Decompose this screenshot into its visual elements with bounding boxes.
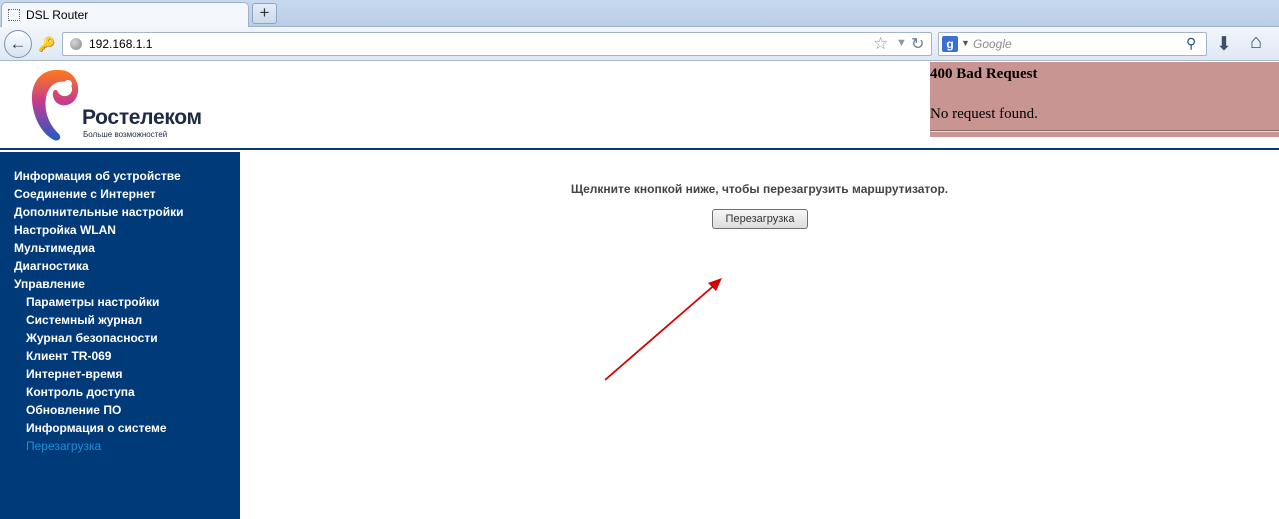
menu-item-device-info[interactable]: Информация об устройстве	[14, 167, 184, 185]
menu-item-multimedia[interactable]: Мультимедиа	[14, 239, 184, 257]
menu-item-advanced-settings[interactable]: Дополнительные настройки	[14, 203, 184, 221]
menu-item-config-parameters[interactable]: Параметры настройки	[14, 293, 184, 311]
search-icon[interactable]: ⚲	[1186, 35, 1196, 52]
sidebar-menu: Информация об устройстве Соединение с Ин…	[0, 152, 240, 519]
browser-tab[interactable]: DSL Router	[1, 2, 249, 27]
home-icon[interactable]: ⌂	[1250, 31, 1262, 54]
rostelecom-logo-icon	[31, 70, 79, 141]
menu-item-access-control[interactable]: Контроль доступа	[14, 383, 184, 401]
bookmark-star-icon[interactable]: ☆	[873, 34, 888, 54]
new-tab-button[interactable]: +	[252, 3, 277, 24]
tab-title: DSL Router	[26, 8, 89, 22]
address-bar[interactable]: 192.168.1.1 ☆ ▼ ↻	[62, 32, 932, 56]
error-divider	[930, 130, 1279, 132]
menu-item-internet-time[interactable]: Интернет-время	[14, 365, 184, 383]
reload-icon[interactable]: ↻	[911, 34, 924, 54]
menu-item-tr069-client[interactable]: Клиент TR-069	[14, 347, 184, 365]
menu-item-internet-connection[interactable]: Соединение с Интернет	[14, 185, 184, 203]
reboot-button[interactable]: Перезагрузка	[712, 209, 808, 229]
annotation-arrow	[604, 278, 722, 381]
menu-item-diagnostics[interactable]: Диагностика	[14, 257, 184, 275]
page-favicon-icon	[8, 9, 20, 21]
search-input[interactable]	[973, 34, 1178, 54]
page-header: Ростелеком Больше возможностей 400 Bad R…	[0, 62, 1279, 150]
menu-item-security-log[interactable]: Журнал безопасности	[14, 329, 184, 347]
search-engine-icon[interactable]: g	[942, 36, 958, 52]
menu-item-firmware-update[interactable]: Обновление ПО	[14, 401, 184, 419]
tab-strip: DSL Router +	[0, 0, 1279, 27]
menu-item-system-log[interactable]: Системный журнал	[14, 311, 184, 329]
menu-item-wlan-settings[interactable]: Настройка WLAN	[14, 221, 184, 239]
site-identity-key-icon[interactable]: 🔑	[36, 34, 58, 54]
brand-slogan: Больше возможностей	[83, 130, 168, 139]
history-dropdown-icon[interactable]: ▼	[896, 37, 907, 49]
rostelecom-logo: Ростелеком Больше возможностей	[26, 66, 216, 144]
router-page: Ростелеком Больше возможностей 400 Bad R…	[0, 62, 1279, 519]
error-heading: 400 Bad Request	[930, 66, 1038, 82]
menu-item-reboot[interactable]: Перезагрузка	[14, 437, 184, 455]
url-text[interactable]: 192.168.1.1	[89, 37, 152, 51]
error-frame: 400 Bad Request No request found.	[930, 62, 1279, 137]
menu-item-system-info[interactable]: Информация о системе	[14, 419, 184, 437]
downloads-arrow-icon[interactable]: ⬇	[1216, 33, 1232, 56]
reboot-instruction: Щелкните кнопкой ниже, чтобы перезагрузи…	[570, 182, 949, 196]
brand-name: Ростелеком	[82, 106, 202, 129]
main-content: Щелкните кнопкой ниже, чтобы перезагрузи…	[240, 152, 1279, 519]
back-button[interactable]: ←	[4, 30, 32, 58]
error-message: No request found.	[930, 106, 1038, 122]
menu-item-management[interactable]: Управление	[14, 275, 184, 293]
menu-list: Информация об устройстве Соединение с Ин…	[14, 167, 184, 455]
navigation-toolbar: ← 🔑 192.168.1.1 ☆ ▼ ↻ g ▼ ⚲ ⬇ ⌂	[0, 27, 1279, 61]
search-bar[interactable]: g ▼ ⚲	[938, 32, 1207, 56]
globe-icon	[70, 38, 82, 50]
search-engine-dropdown-icon[interactable]: ▼	[961, 38, 970, 48]
